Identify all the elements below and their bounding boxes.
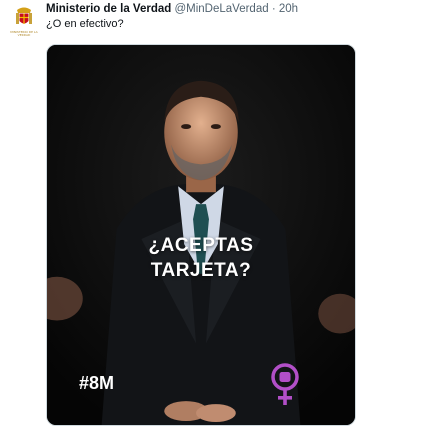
- overlay-line-2: TARJETA?: [150, 260, 252, 281]
- tweet-header: Ministerio de la Verdad @MinDeLaVerdad ·…: [46, 3, 298, 15]
- avatar[interactable]: [10, 3, 38, 31]
- overlay-line-1: ¿ACEPTAS: [148, 235, 254, 256]
- author-name[interactable]: Ministerio de la Verdad: [46, 3, 171, 15]
- timestamp[interactable]: 20h: [279, 3, 298, 15]
- coat-of-arms-icon: [11, 4, 37, 30]
- feminist-fist-symbol-icon: [271, 363, 299, 405]
- tweet[interactable]: MINISTERIO DE LA VERDAD Ministerio de la…: [0, 0, 425, 427]
- author-handle[interactable]: @MinDeLaVerdad: [174, 3, 268, 15]
- separator-dot: ·: [271, 3, 276, 15]
- avatar-caption: MINISTERIO DE LA VERDAD: [10, 30, 38, 38]
- tweet-media-image[interactable]: ¿ACEPTAS TARJETA? #8M: [46, 44, 356, 426]
- tweet-text: ¿O en efectivo?: [46, 18, 124, 30]
- hashtag-8m: #8M: [79, 373, 115, 393]
